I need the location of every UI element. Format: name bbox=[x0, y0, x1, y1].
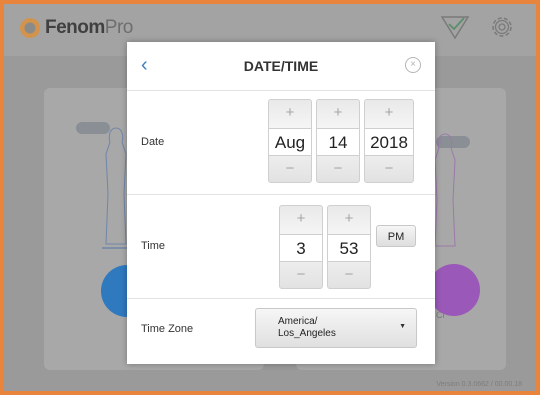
hour-stepper: + 3 − bbox=[279, 205, 323, 289]
logo-text: FenomPro bbox=[45, 17, 133, 38]
minute-value: 53 bbox=[328, 234, 370, 262]
time-label: Time bbox=[141, 240, 166, 252]
minute-decrement-button[interactable]: − bbox=[328, 262, 370, 288]
app-logo: FenomPro bbox=[20, 17, 133, 39]
minute-stepper: + 53 − bbox=[327, 205, 371, 289]
month-stepper: + Aug − bbox=[268, 99, 312, 183]
timezone-select[interactable]: America/ Los_Angeles ▼ bbox=[255, 308, 417, 348]
month-value: Aug bbox=[269, 128, 311, 156]
date-time-dialog: ‹ DATE/TIME × Date + Aug − + 14 − + 2018… bbox=[127, 42, 435, 364]
year-value: 2018 bbox=[365, 128, 413, 156]
date-label: Date bbox=[141, 136, 165, 148]
month-decrement-button[interactable]: − bbox=[269, 156, 311, 182]
logo-mark-icon bbox=[20, 18, 40, 38]
close-button[interactable]: × bbox=[405, 57, 421, 73]
dropdown-arrow-icon: ▼ bbox=[399, 323, 406, 330]
day-value: 14 bbox=[317, 128, 359, 156]
check-triangle-icon[interactable] bbox=[440, 14, 470, 45]
year-stepper: + 2018 − bbox=[364, 99, 414, 183]
timezone-value-line2: Los_Angeles bbox=[278, 328, 336, 339]
year-decrement-button[interactable]: − bbox=[365, 156, 413, 182]
figure-outline-left bbox=[102, 127, 130, 249]
timezone-value: America/ Los_Angeles bbox=[278, 316, 388, 340]
background-purple-button bbox=[428, 264, 480, 316]
year-increment-button[interactable]: + bbox=[365, 100, 413, 126]
figure-outline-right bbox=[434, 133, 456, 247]
hour-increment-button[interactable]: + bbox=[280, 206, 322, 232]
app-frame: FenomPro Cr Version 0.3.0662 / 00.00.18 … bbox=[0, 0, 540, 395]
dialog-header: ‹ DATE/TIME × bbox=[127, 42, 435, 90]
timezone-label: Time Zone bbox=[141, 323, 194, 335]
version-text: Version 0.3.0662 / 00.00.18 bbox=[436, 381, 522, 388]
time-row: Time + 3 − + 53 − PM bbox=[127, 194, 435, 299]
date-row: Date + Aug − + 14 − + 2018 − bbox=[127, 90, 435, 195]
hour-value: 3 bbox=[280, 234, 322, 262]
gear-icon[interactable] bbox=[488, 13, 516, 46]
hour-decrement-button[interactable]: − bbox=[280, 262, 322, 288]
am-pm-toggle[interactable]: PM bbox=[376, 225, 416, 247]
day-stepper: + 14 − bbox=[316, 99, 360, 183]
day-decrement-button[interactable]: − bbox=[317, 156, 359, 182]
month-increment-button[interactable]: + bbox=[269, 100, 311, 126]
timezone-row: Time Zone America/ Los_Angeles ▼ bbox=[127, 298, 435, 365]
timezone-value-line1: America/ bbox=[278, 316, 318, 327]
minute-increment-button[interactable]: + bbox=[328, 206, 370, 232]
day-increment-button[interactable]: + bbox=[317, 100, 359, 126]
dialog-title: DATE/TIME bbox=[243, 58, 319, 74]
